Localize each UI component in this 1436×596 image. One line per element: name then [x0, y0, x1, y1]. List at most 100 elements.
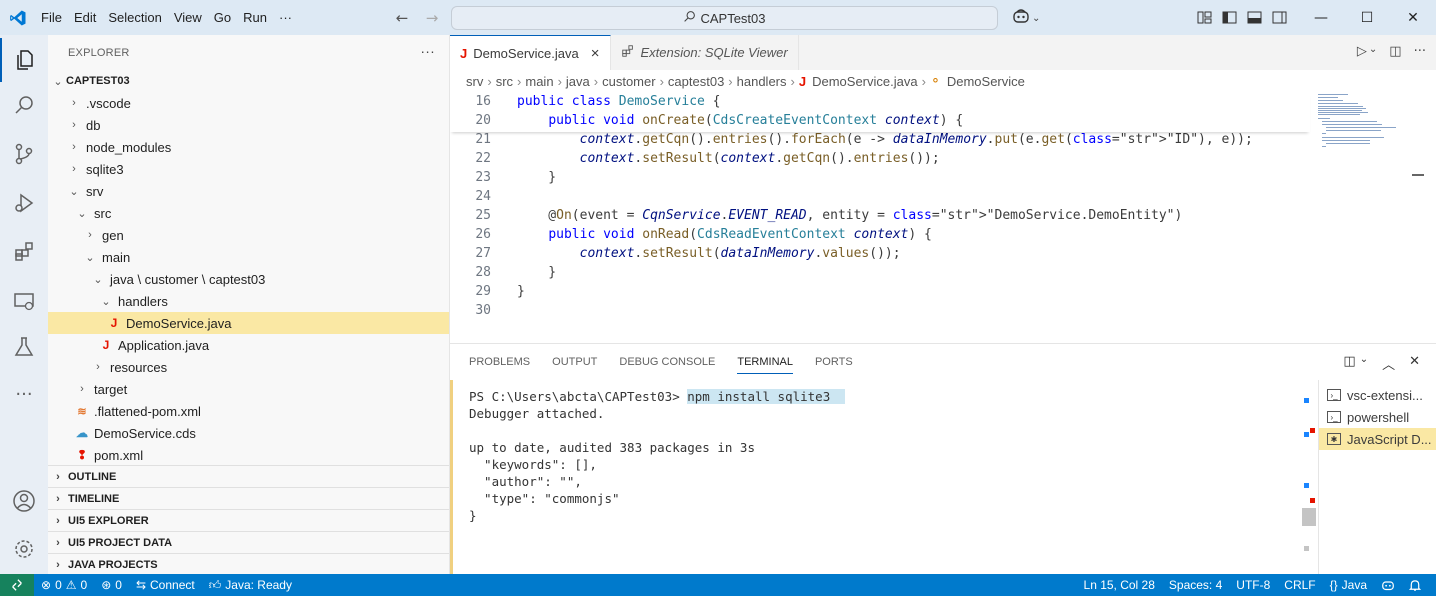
close-panel-icon[interactable]: ✕: [1409, 354, 1420, 373]
section-timeline[interactable]: › TIMELINE: [48, 487, 449, 509]
split-terminal-icon[interactable]: ◫: [1343, 354, 1355, 373]
panel-tab-terminal[interactable]: TERMINAL: [737, 356, 793, 374]
breadcrumb-item[interactable]: srv: [466, 74, 483, 89]
project-root[interactable]: ⌄ CAPTEST03: [48, 70, 449, 92]
terminal-prompt-line: PS C:\Users\abcta\CAPTest03> npm install…: [469, 388, 1302, 405]
menu-item-file[interactable]: File: [35, 10, 68, 25]
panel-tab-output[interactable]: OUTPUT: [552, 356, 597, 368]
terminal-output[interactable]: PS C:\Users\abcta\CAPTest03> npm install…: [450, 380, 1302, 575]
tree-item[interactable]: › sqlite3: [48, 158, 449, 180]
ports-status[interactable]: ⊛ 0: [94, 578, 129, 592]
terminal-instance[interactable]: ✱ JavaScript D...: [1319, 428, 1436, 450]
menu-item-edit[interactable]: Edit: [68, 10, 102, 25]
connect-status[interactable]: ⇆ Connect: [129, 578, 202, 592]
section-ui5-explorer[interactable]: › UI5 EXPLORER: [48, 509, 449, 531]
tree-item[interactable]: ☁ DemoService.cds: [48, 422, 449, 444]
tab-demoservice-java[interactable]: J DemoService.java ×: [450, 35, 611, 70]
search-icon[interactable]: [0, 83, 48, 127]
more-actions-icon[interactable]: ···: [1414, 44, 1426, 59]
terminal-instance[interactable]: ›_ vsc-extensi...: [1319, 384, 1436, 406]
chevron-down-icon[interactable]: ⌄: [1360, 354, 1368, 373]
minimize-icon[interactable]: —: [1298, 0, 1344, 35]
explorer-icon[interactable]: [0, 38, 48, 82]
breadcrumb-item[interactable]: handlers: [737, 74, 787, 89]
indentation[interactable]: Spaces: 4: [1162, 578, 1229, 592]
close-icon[interactable]: ×: [591, 45, 600, 62]
menu-item-selection[interactable]: Selection: [102, 10, 167, 25]
tab-sqlite-viewer[interactable]: Extension: SQLite Viewer: [611, 35, 799, 70]
copilot-status-icon[interactable]: [1374, 579, 1402, 591]
section-java-projects[interactable]: › JAVA PROJECTS: [48, 553, 449, 575]
maximize-icon[interactable]: ☐: [1344, 0, 1390, 35]
toggle-panel-icon[interactable]: [1246, 9, 1263, 26]
notifications-bell-icon[interactable]: [1402, 579, 1428, 592]
forward-arrow-icon[interactable]: →: [422, 8, 442, 28]
menu-item-run[interactable]: Run: [237, 10, 273, 25]
account-icon[interactable]: [0, 479, 48, 523]
remote-icon[interactable]: [0, 574, 34, 596]
breadcrumb-item[interactable]: main: [525, 74, 553, 89]
breadcrumb-item[interactable]: java: [566, 74, 590, 89]
run-play-icon[interactable]: ▷: [1357, 44, 1367, 59]
problems-status[interactable]: ⊗ 0 ⚠ 0: [34, 578, 94, 592]
tree-item[interactable]: ⌄ main: [48, 246, 449, 268]
tree-item[interactable]: ⌄ src: [48, 202, 449, 224]
encoding[interactable]: UTF-8: [1229, 578, 1277, 592]
menu-item-go[interactable]: Go: [208, 10, 237, 25]
testing-flask-icon[interactable]: [0, 325, 48, 369]
split-editor-icon[interactable]: ◫: [1389, 44, 1401, 59]
tree-item[interactable]: › resources: [48, 356, 449, 378]
tree-item[interactable]: ≋ .flattened-pom.xml: [48, 400, 449, 422]
panel-tab-problems[interactable]: PROBLEMS: [469, 356, 530, 368]
tree-item[interactable]: J DemoService.java: [48, 312, 449, 334]
remote-explorer-icon[interactable]: [0, 279, 48, 323]
chevron-down-icon[interactable]: ⌄: [1369, 44, 1377, 59]
copilot-button[interactable]: ⌄: [1012, 8, 1040, 28]
source-control-icon[interactable]: [0, 132, 48, 176]
command-center-search[interactable]: CAPTest03: [451, 6, 998, 30]
breadcrumb-item[interactable]: DemoService.java: [812, 74, 918, 89]
maximize-panel-icon[interactable]: ︿: [1382, 354, 1395, 373]
breadcrumb-item[interactable]: DemoService: [947, 74, 1025, 89]
tree-item[interactable]: ⌄ handlers: [48, 290, 449, 312]
tree-item[interactable]: ⌄ java \ customer \ captest03: [48, 268, 449, 290]
section-ui5-project-data[interactable]: › UI5 PROJECT DATA: [48, 531, 449, 553]
panel-tab-ports[interactable]: PORTS: [815, 356, 853, 368]
terminal-scrollbar[interactable]: [1302, 380, 1316, 575]
class-symbol-icon: ⚬: [929, 73, 941, 88]
menu-item-[interactable]: ···: [273, 10, 298, 25]
minimap[interactable]: [1316, 92, 1424, 342]
tree-item[interactable]: › target: [48, 378, 449, 400]
panel-tab-debug-console[interactable]: DEBUG CONSOLE: [619, 356, 715, 368]
tree-item[interactable]: › gen: [48, 224, 449, 246]
tree-item[interactable]: › node_modules: [48, 136, 449, 158]
toggle-secondary-sidebar-icon[interactable]: [1271, 9, 1288, 26]
customize-layout-icon[interactable]: [1196, 9, 1213, 26]
more-views-icon[interactable]: ···: [0, 372, 48, 416]
breadcrumb-item[interactable]: customer: [602, 74, 655, 89]
tree-item[interactable]: ❢ pom.xml: [48, 444, 449, 466]
breadcrumb-item[interactable]: captest03: [668, 74, 724, 89]
close-icon[interactable]: ✕: [1390, 0, 1436, 35]
terminal-instance[interactable]: ›_ powershell: [1319, 406, 1436, 428]
toggle-sidebar-icon[interactable]: [1221, 9, 1238, 26]
more-actions-icon[interactable]: ···: [420, 43, 435, 59]
breadcrumb-item[interactable]: src: [496, 74, 513, 89]
java-status[interactable]: 👍︎ Java: Ready: [202, 578, 299, 593]
language-mode[interactable]: {} Java: [1323, 578, 1374, 592]
back-arrow-icon[interactable]: ←: [392, 8, 412, 28]
line-endings[interactable]: CRLF: [1277, 578, 1322, 592]
chevron-right-icon: ›: [80, 383, 84, 395]
tree-item[interactable]: ⌄ srv: [48, 180, 449, 202]
section-outline[interactable]: › OUTLINE: [48, 465, 449, 487]
code-editor[interactable]: 16 public class DemoService { 20 public …: [450, 92, 1436, 342]
tree-item[interactable]: › .vscode: [48, 92, 449, 114]
tree-item[interactable]: J Application.java: [48, 334, 449, 356]
menu-item-view[interactable]: View: [168, 10, 208, 25]
settings-gear-icon[interactable]: [0, 527, 48, 571]
cursor-position[interactable]: Ln 15, Col 28: [1077, 578, 1162, 592]
extensions-icon[interactable]: [0, 230, 48, 274]
run-debug-icon[interactable]: [0, 181, 48, 225]
tree-item[interactable]: › db: [48, 114, 449, 136]
